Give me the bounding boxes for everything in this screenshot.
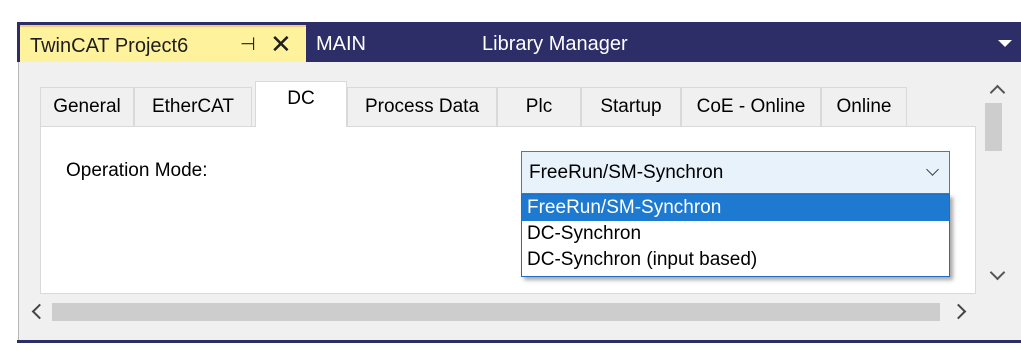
scroll-up-icon[interactable] [990, 83, 1004, 97]
chevron-down-icon[interactable] [927, 165, 939, 177]
operation-mode-label: Operation Mode: [66, 160, 208, 181]
tab-online[interactable]: Online [821, 87, 907, 126]
pin-icon[interactable]: ⊣ [240, 33, 258, 55]
close-icon[interactable]: ✕ [270, 31, 292, 57]
tab-plc[interactable]: Plc [497, 87, 581, 126]
option-dc-synchron-input-based[interactable]: DC-Synchron (input based) [522, 247, 949, 273]
tab-coe-online[interactable]: CoE - Online [681, 87, 821, 126]
tab-process-data[interactable]: Process Data [347, 87, 497, 126]
scroll-right-icon[interactable] [954, 304, 968, 318]
operation-mode-select[interactable]: FreeRun/SM-Synchron [521, 151, 950, 194]
dropdown-arrow-icon[interactable] [998, 40, 1012, 47]
horizontal-scroll-thumb[interactable] [52, 303, 940, 321]
operation-mode-value: FreeRun/SM-Synchron [529, 162, 724, 183]
scroll-left-icon[interactable] [30, 304, 44, 318]
window-bottom-border [17, 340, 1021, 343]
option-dc-synchron[interactable]: DC-Synchron [522, 221, 949, 247]
tab-twincat-project6-label: TwinCAT Project6 [30, 35, 189, 57]
option-freerun-sm-synchron[interactable]: FreeRun/SM-Synchron [522, 195, 949, 221]
tab-library-manager[interactable]: Library Manager [482, 29, 628, 59]
tab-startup[interactable]: Startup [581, 87, 681, 126]
tab-general[interactable]: General [40, 87, 134, 126]
tab-dc[interactable]: DC [255, 81, 347, 127]
tab-ethercat[interactable]: EtherCAT [134, 87, 252, 126]
operation-mode-dropdown-list: FreeRun/SM-Synchron DC-Synchron DC-Synch… [521, 194, 950, 277]
tab-main[interactable]: MAIN [316, 29, 366, 59]
vertical-scroll-thumb[interactable] [985, 103, 1002, 151]
scroll-down-icon[interactable] [990, 268, 1004, 282]
